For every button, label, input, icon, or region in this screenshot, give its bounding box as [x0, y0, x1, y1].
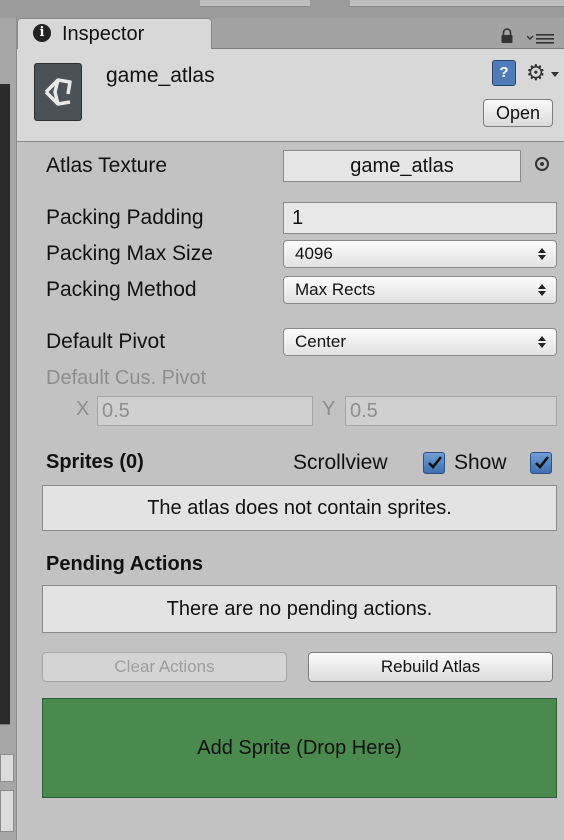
left-panel-tab[interactable] [0, 754, 14, 782]
gear-icon[interactable]: ⚙ [526, 60, 546, 86]
help-book-icon[interactable]: ? [492, 60, 516, 86]
left-panel-tab[interactable] [0, 790, 14, 832]
packing-method-label: Packing Method [46, 278, 197, 301]
default-pivot-label: Default Pivot [46, 330, 166, 353]
window-top-strip [0, 0, 564, 18]
unity-logo-icon [34, 63, 82, 121]
sprites-header: Sprites (0) [46, 451, 144, 473]
checkmark-icon [428, 456, 443, 469]
packing-max-size-label: Packing Max Size [46, 242, 213, 265]
pivot-x-input: 0.5 [97, 396, 313, 426]
open-button[interactable]: Open [483, 99, 553, 127]
atlas-texture-field[interactable]: game_atlas [283, 150, 521, 182]
asset-name: game_atlas [106, 64, 215, 87]
scrollview-label: Scrollview [293, 451, 388, 474]
clear-actions-button[interactable]: Clear Actions [42, 652, 287, 682]
left-panel-divider [0, 724, 10, 755]
tab-inspector-label: Inspector [62, 23, 145, 45]
pending-empty-message: There are no pending actions. [42, 585, 557, 633]
gear-dropdown-caret-icon [551, 72, 559, 77]
custom-pivot-label: Default Cus. Pivot [46, 367, 207, 389]
pivot-y-label: Y [322, 398, 336, 420]
show-label: Show [454, 451, 507, 474]
checkmark-icon [535, 456, 550, 469]
atlas-texture-label: Atlas Texture [46, 154, 168, 177]
default-pivot-dropdown[interactable]: Center [283, 328, 557, 356]
object-picker-icon[interactable] [535, 157, 549, 171]
left-panel-dark-area [0, 84, 10, 724]
sprites-empty-message: The atlas does not contain sprites. [42, 485, 557, 531]
info-icon: i [33, 24, 51, 42]
add-sprite-dropzone[interactable]: Add Sprite (Drop Here) [42, 698, 557, 798]
show-checkbox[interactable] [530, 452, 552, 474]
dropdown-arrows-icon [538, 248, 546, 260]
dropdown-arrows-icon [538, 336, 546, 348]
packing-padding-label: Packing Padding [46, 206, 204, 229]
pending-actions-header: Pending Actions [46, 553, 204, 575]
rebuild-atlas-button[interactable]: Rebuild Atlas [308, 652, 553, 682]
packing-method-value: Max Rects [295, 280, 376, 299]
packing-max-size-dropdown[interactable]: 4096 [283, 240, 557, 268]
dropdown-arrows-icon [538, 284, 546, 296]
scrollview-checkbox[interactable] [423, 452, 445, 474]
pivot-y-input: 0.5 [345, 396, 557, 426]
packing-method-dropdown[interactable]: Max Rects [283, 276, 557, 304]
packing-max-size-value: 4096 [295, 244, 333, 263]
inspector-header [17, 49, 564, 142]
pivot-x-label: X [76, 398, 90, 420]
default-pivot-value: Center [295, 332, 347, 351]
panel-menu-icon[interactable] [527, 32, 555, 46]
lock-icon[interactable] [500, 28, 514, 44]
packing-padding-input[interactable]: 1 [283, 202, 557, 234]
